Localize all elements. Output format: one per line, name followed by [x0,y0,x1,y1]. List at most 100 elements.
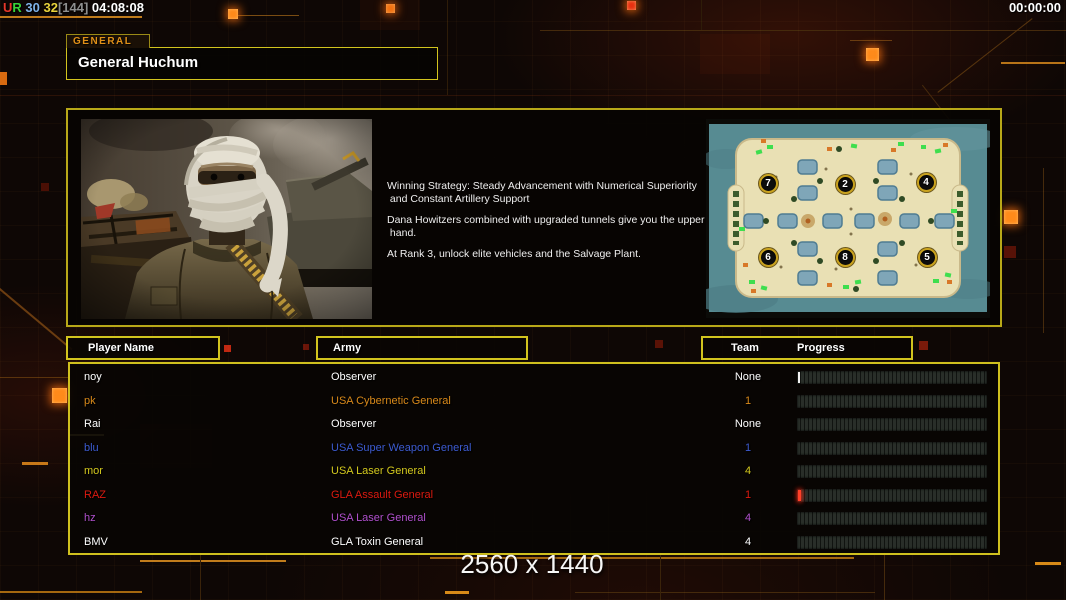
table-row: Rai Observer None [70,413,998,437]
circuit-line [1043,168,1044,333]
general-name: General Huchum [78,54,199,71]
start-position-number: 7 [765,177,771,189]
gentool-status-segment: [144] [57,0,89,15]
player-name-cell: hz [84,512,96,524]
start-position-number: 4 [923,176,929,188]
strategy-line: hand. [387,227,417,239]
player-name-cell: pk [84,394,96,407]
player-name-cell: mor [84,465,103,477]
gentool-status-segment: 04:08:08 [88,0,144,15]
progress-start-segment [798,489,801,501]
circuit-line [0,95,540,96]
team-cell: None [734,418,762,430]
table-row: pk USA Cybernetic General 1 [70,390,998,414]
header-team-progress: Team Progress [701,336,913,360]
progress-bar [797,371,987,384]
start-position-marker: 2 [835,174,855,194]
loading-screen: UR 30 32[144] 04:08:08 00:00:00 GENERAL … [0,0,1066,600]
strategy-line-spacer [387,240,717,248]
map-preview: 7 2 4 6 8 5 [694,119,1002,318]
general-info-panel: Winning Strategy: Steady Advancement wit… [66,108,1002,327]
player-name-cell: BMV [84,535,108,548]
army-cell: GLA Toxin General [331,535,424,548]
team-cell: None [734,371,762,383]
progress-bar [797,488,987,502]
army-cell: Observer [331,371,377,383]
glow-square [303,344,309,350]
general-portrait [81,111,389,324]
strategy-line: At Rank 3, unlock elite vehicles and the… [387,248,641,260]
circuit-line [850,40,892,41]
team-cell: 1 [744,488,752,501]
team-cell: 4 [744,535,752,548]
player-name-cell: Rai [84,418,101,430]
circuit-line [0,377,70,378]
circuit-line [0,16,142,18]
team-cell: 1 [744,441,752,454]
start-position-marker: 8 [835,247,855,267]
glow-square [655,340,663,348]
player-name-cell: blu [84,441,99,454]
start-position-number: 8 [842,251,848,263]
circuit-line [884,552,885,600]
team-cell: 4 [744,465,752,477]
header-progress-label: Progress [797,342,845,354]
start-position-marker: 6 [758,247,778,267]
circuit-line [1035,562,1061,565]
circuit-line [233,15,299,16]
circuit-line [360,0,420,30]
progress-cursor [798,372,800,383]
circuit-line [0,591,142,593]
header-player-name: Player Name [66,336,220,360]
map-preview-image [694,119,1002,318]
header-player-name-label: Player Name [88,342,155,354]
start-position-marker: 4 [916,172,936,192]
circuit-line [140,560,286,562]
start-position-number: 6 [765,251,771,263]
table-row: noy Observer None [70,366,998,390]
start-position-marker: 5 [917,247,937,267]
start-position-marker: 7 [758,173,778,193]
circuit-line [447,0,448,95]
circuit-line [540,95,1066,96]
general-name-box: General Huchum [66,47,438,80]
start-position-number: 2 [842,178,848,190]
table-row: hz USA Laser General 4 [70,507,998,531]
glow-square [1004,210,1018,224]
progress-bar [797,465,987,478]
progress-bar [797,394,987,408]
army-cell: Observer [331,418,377,430]
header-army-label: Army [333,342,362,354]
glow-square [41,183,49,191]
team-cell: 1 [744,394,752,407]
circuit-line [660,552,661,600]
circuit-line [700,34,770,74]
player-table-body: noy Observer None pk USA Cybernetic General 1… [68,362,1000,555]
army-cell: USA Cybernetic General [331,394,451,407]
gentool-status-segment: R [12,0,22,15]
table-row: RAZ GLA Assault General 1 [70,484,998,508]
glow-square [866,48,879,61]
circuit-line [200,552,201,600]
strategy-text: Winning Strategy: Steady Advancement wit… [387,180,717,261]
progress-bar [797,441,987,455]
circuit-line [22,462,48,465]
strategy-line: and Constant Artillery Support [387,193,530,205]
gentool-status: UR 30 32[144] 04:08:08 [3,0,144,15]
progress-bar [797,512,987,525]
circuit-line [0,287,73,351]
table-row: blu USA Super Weapon General 1 [70,437,998,461]
glow-square [0,72,7,85]
army-cell: USA Super Weapon General [331,441,472,454]
circuit-line [540,30,1066,31]
portrait-illustration [81,111,389,324]
progress-bar [797,535,987,549]
strategy-line: Winning Strategy: Steady Advancement wit… [387,180,697,192]
team-cell: 4 [744,512,752,524]
gentool-status-segment: U [3,0,13,15]
strategy-line: Dana Howitzers combined with upgraded tu… [387,214,705,226]
glow-square [224,345,231,352]
gentool-status-segment: 32 [39,0,58,15]
general-tab: GENERAL [66,34,150,48]
header-team-label: Team [731,342,759,354]
